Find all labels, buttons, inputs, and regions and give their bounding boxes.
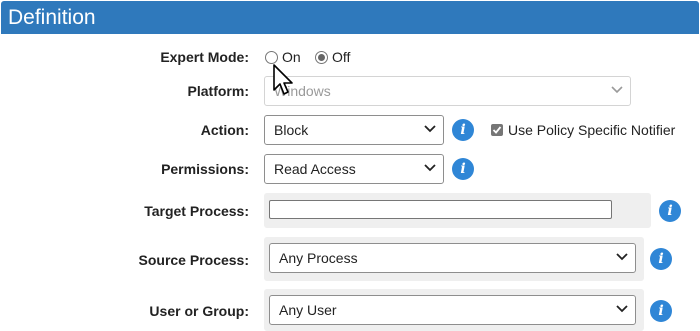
user-or-group-label: User or Group: (149, 303, 249, 319)
mouse-pointer-icon (272, 63, 296, 97)
target-process-input[interactable] (269, 200, 612, 219)
expert-mode-off-radio[interactable]: Off (315, 48, 350, 66)
info-icon[interactable]: i (650, 300, 672, 322)
user-or-group-value: Any User (279, 302, 337, 318)
chevron-down-icon (616, 253, 628, 262)
platform-label: Platform: (187, 83, 249, 99)
user-or-group-select[interactable]: Any User (269, 295, 636, 325)
source-process-value: Any Process (279, 250, 358, 266)
chevron-down-icon (611, 86, 623, 95)
policy-notifier-checkbox[interactable]: Use Policy Specific Notifier (491, 121, 675, 139)
source-process-select[interactable]: Any Process (269, 243, 636, 273)
radio-on-indicator[interactable] (265, 50, 278, 64)
section-header: Definition (1, 1, 699, 34)
info-icon[interactable]: i (452, 119, 474, 141)
source-process-label: Source Process: (138, 252, 250, 268)
section-title: Definition (8, 6, 96, 29)
permissions-value: Read Access (274, 161, 356, 177)
permissions-select[interactable]: Read Access (264, 154, 444, 184)
chevron-down-icon (616, 305, 628, 314)
action-value: Block (274, 122, 309, 138)
target-process-label: Target Process: (144, 203, 249, 219)
expert-mode-label: Expert Mode: (160, 49, 249, 65)
chevron-down-icon (424, 125, 436, 134)
action-select[interactable]: Block (264, 115, 444, 145)
info-icon[interactable]: i (452, 158, 474, 180)
radio-off-indicator[interactable] (315, 50, 328, 64)
chevron-down-icon (424, 164, 436, 173)
info-icon[interactable]: i (650, 248, 672, 270)
checkbox-checked-icon[interactable] (491, 124, 503, 136)
permissions-label: Permissions: (161, 161, 249, 177)
platform-select[interactable]: Windows (264, 76, 631, 106)
expert-mode-off-label: Off (332, 49, 351, 65)
policy-notifier-label: Use Policy Specific Notifier (508, 122, 676, 138)
action-label: Action: (200, 122, 249, 138)
info-icon[interactable]: i (659, 200, 681, 222)
